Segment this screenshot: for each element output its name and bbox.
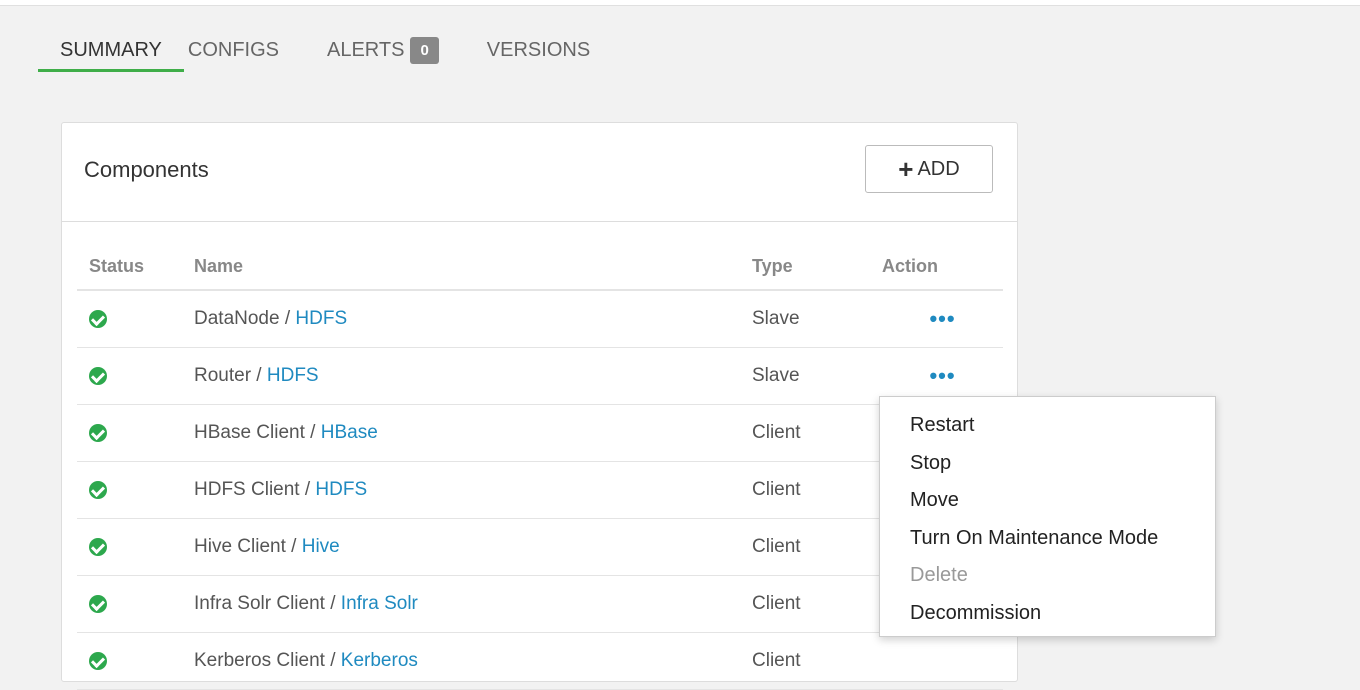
- add-button-label: ADD: [917, 157, 960, 180]
- name-separator: /: [324, 650, 341, 671]
- name-separator: /: [285, 536, 302, 557]
- more-actions-icon[interactable]: •••: [929, 363, 955, 388]
- name-separator: /: [304, 422, 321, 443]
- alerts-count-badge: 0: [410, 36, 439, 64]
- status-ok-icon: [89, 594, 107, 613]
- component-name: Kerberos Client: [194, 650, 325, 671]
- service-link[interactable]: HBase: [321, 422, 378, 443]
- table-row: Router / HDFS Slave •••: [77, 347, 1003, 405]
- table-row: HBase Client / HBase Client: [77, 404, 1003, 462]
- add-component-button[interactable]: + ADD: [865, 145, 993, 193]
- plus-icon: +: [898, 154, 914, 184]
- component-name: Hive Client: [194, 536, 286, 557]
- service-link[interactable]: HDFS: [295, 308, 347, 329]
- component-type: Client: [752, 575, 882, 633]
- status-ok-icon: [89, 309, 107, 328]
- component-type: Client: [752, 518, 882, 576]
- tab-versions-label: VERSIONS: [486, 38, 591, 61]
- status-ok-icon: [89, 651, 107, 670]
- service-link[interactable]: Kerberos: [341, 650, 418, 671]
- status-ok-icon: [89, 366, 107, 385]
- components-panel-header: Components + ADD: [62, 123, 1017, 222]
- component-type: Slave: [752, 347, 882, 405]
- menu-item-decommission[interactable]: Decommission: [880, 598, 1215, 636]
- table-header-row: Status Name Type Action: [77, 243, 1003, 291]
- header-status: Status: [77, 243, 194, 291]
- actions-dropdown-menu: Restart Stop Move Turn On Maintenance Mo…: [879, 396, 1216, 637]
- table-row: Kerberos Client / Kerberos Client: [77, 632, 1003, 690]
- table-row: DataNode / HDFS Slave •••: [77, 290, 1003, 348]
- component-type: Client: [752, 461, 882, 519]
- service-link[interactable]: Infra Solr: [341, 593, 418, 614]
- tab-alerts-label: ALERTS: [327, 38, 405, 61]
- tab-alerts[interactable]: ALERTS 0: [327, 30, 439, 70]
- component-type: Client: [752, 632, 882, 690]
- component-name: DataNode: [194, 308, 280, 329]
- name-separator: /: [279, 308, 296, 329]
- table-row: Hive Client / Hive Client: [77, 518, 1003, 576]
- service-link[interactable]: HDFS: [267, 365, 319, 386]
- menu-item-maintenance-mode[interactable]: Turn On Maintenance Mode: [880, 523, 1215, 561]
- name-separator: /: [299, 479, 316, 500]
- component-name: HBase Client: [194, 422, 305, 443]
- status-ok-icon: [89, 423, 107, 442]
- tab-summary-label: SUMMARY: [60, 38, 162, 61]
- name-separator: /: [324, 593, 341, 614]
- components-panel: Components + ADD Status Name Type Action…: [61, 122, 1018, 690]
- menu-item-delete: Delete: [910, 564, 968, 586]
- panel-title: Components: [84, 157, 209, 182]
- header-action: Action: [882, 243, 1003, 291]
- table-row: Infra Solr Client / Infra Solr Client: [77, 575, 1003, 633]
- components-table: Status Name Type Action DataNode / HDFS …: [77, 243, 1003, 690]
- header-type: Type: [752, 243, 882, 291]
- tab-versions[interactable]: VERSIONS: [487, 30, 590, 70]
- name-separator: /: [251, 365, 267, 386]
- service-link[interactable]: Hive: [302, 536, 340, 557]
- component-name: Infra Solr Client: [194, 593, 325, 614]
- component-type: Client: [752, 404, 882, 462]
- menu-item-move[interactable]: Move: [880, 485, 1215, 523]
- component-type: Slave: [752, 290, 882, 348]
- tab-configs[interactable]: CONFIGS: [188, 30, 279, 70]
- table-row: HDFS Client / HDFS Client: [77, 461, 1003, 519]
- header-name: Name: [194, 243, 752, 291]
- tab-summary[interactable]: SUMMARY: [38, 30, 184, 72]
- component-name: HDFS Client: [194, 479, 300, 500]
- menu-item-stop[interactable]: Stop: [880, 448, 1215, 486]
- tab-configs-label: CONFIGS: [187, 38, 279, 61]
- status-ok-icon: [89, 480, 107, 499]
- tab-bar: SUMMARY CONFIGS ALERTS 0 VERSIONS: [38, 30, 638, 74]
- component-name: Router: [194, 365, 252, 386]
- service-link[interactable]: HDFS: [315, 479, 367, 500]
- top-border: [0, 0, 1360, 6]
- menu-item-restart[interactable]: Restart: [880, 410, 1215, 448]
- more-actions-icon[interactable]: •••: [929, 306, 955, 331]
- status-ok-icon: [89, 537, 107, 556]
